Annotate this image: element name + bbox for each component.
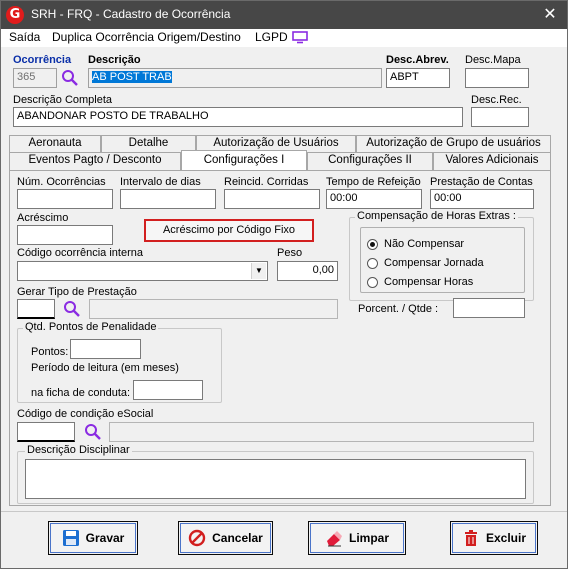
penalidade-title: Qtd. Pontos de Penalidade	[23, 321, 159, 333]
codigo-interna-label: Código ocorrência interna	[17, 247, 143, 259]
search-icon[interactable]	[84, 423, 102, 441]
cancelar-button[interactable]: Cancelar	[178, 521, 273, 555]
tempo-refeicao-label: Tempo de Refeição	[326, 176, 421, 188]
disciplinar-title: Descrição Disciplinar	[25, 444, 132, 456]
descricao-label: Descrição	[88, 54, 141, 66]
num-ocorrencias-label: Núm. Ocorrências	[17, 176, 106, 188]
desc-abrev-label: Desc.Abrev.	[386, 54, 449, 66]
reincid-label: Reincid. Corridas	[224, 176, 309, 188]
disciplinar-textarea[interactable]	[25, 459, 526, 499]
desc-mapa-field[interactable]	[465, 68, 529, 88]
menu-item-duplica[interactable]: Duplica Ocorrência Origem/Destino	[52, 30, 241, 44]
close-icon[interactable]: ✕	[541, 4, 559, 24]
menu-bar: Saída Duplica Ocorrência Origem/Destino …	[1, 29, 567, 47]
porcent-label: Porcent. / Qtde :	[358, 303, 439, 315]
menu-item-lgpd[interactable]: LGPD	[255, 30, 288, 44]
limpar-label: Limpar	[348, 531, 389, 545]
acrescimo-label: Acréscimo	[17, 212, 69, 224]
monitor-icon[interactable]	[292, 31, 308, 44]
reincid-field[interactable]	[224, 189, 320, 209]
codigo-interna-select[interactable]: ▼	[17, 261, 268, 281]
periodo-label: Período de leitura (em meses)	[31, 362, 179, 374]
tab-eventos-pagto[interactable]: Eventos Pagto / Desconto	[9, 152, 181, 170]
tab-configuracoes-2[interactable]: Configurações II	[307, 152, 433, 170]
descricao-field[interactable]: AB POST TRAB	[88, 68, 382, 88]
num-ocorrencias-field[interactable]	[17, 189, 113, 209]
tempo-refeicao-field[interactable]: 00:00	[326, 189, 422, 209]
peso-label: Peso	[277, 247, 303, 259]
descricao-value: AB POST TRAB	[92, 71, 172, 83]
porcent-field[interactable]	[453, 298, 525, 318]
desc-mapa-label: Desc.Mapa	[465, 54, 521, 66]
tab-autorizacao-grupo[interactable]: Autorização de Grupo de usuários	[356, 135, 551, 152]
desc-rec-label: Desc.Rec.	[471, 94, 522, 106]
menu-item-saida[interactable]: Saída	[9, 30, 40, 44]
divider	[1, 511, 567, 512]
peso-field[interactable]: 0,00	[277, 261, 338, 281]
desc-completa-label: Descrição Completa	[13, 94, 113, 106]
radio-compensar-jornada-label[interactable]: Compensar Jornada	[384, 257, 484, 269]
prestacao-contas-label: Prestação de Contas	[430, 176, 533, 188]
trash-icon	[464, 530, 477, 546]
window-title: SRH - FRQ - Cadastro de Ocorrência	[31, 7, 231, 21]
ocorrencia-label: Ocorrência	[13, 54, 72, 66]
pontos-field[interactable]	[70, 339, 141, 359]
cancelar-label: Cancelar	[212, 531, 263, 545]
gerar-tipo-field[interactable]	[17, 299, 55, 319]
acrescimo-codigo-fixo-button[interactable]: Acréscimo por Código Fixo	[144, 219, 314, 242]
gerar-tipo-description	[89, 299, 338, 319]
intervalo-label: Intervalo de dias	[120, 176, 201, 188]
radio-nao-compensar-label[interactable]: Não Compensar	[384, 238, 464, 250]
limpar-button[interactable]: Limpar	[308, 521, 406, 555]
main-window: G SRH - FRQ - Cadastro de Ocorrência ✕ S…	[0, 0, 568, 569]
chevron-down-icon[interactable]: ▼	[251, 263, 266, 279]
acrescimo-field[interactable]	[17, 225, 113, 245]
pontos-label: Pontos:	[31, 346, 69, 358]
desc-rec-field[interactable]	[471, 107, 529, 127]
ficha-field[interactable]	[133, 380, 203, 400]
no-entry-icon	[188, 529, 206, 547]
app-logo-icon: G	[6, 6, 24, 24]
compensacao-title: Compensação de Horas Extras :	[355, 210, 518, 222]
radio-compensar-horas-label[interactable]: Compensar Horas	[384, 276, 473, 288]
gravar-label: Gravar	[85, 531, 125, 545]
ocorrencia-field[interactable]: 365	[13, 68, 57, 88]
search-icon[interactable]	[61, 69, 79, 87]
tab-configuracoes-1[interactable]: Configurações I	[181, 150, 307, 171]
desc-completa-field[interactable]: ABANDONAR POSTO DE TRABALHO	[13, 107, 463, 127]
gerar-tipo-label: Gerar Tipo de Prestação	[17, 286, 137, 298]
radio-nao-compensar[interactable]	[367, 239, 378, 250]
tab-valores-adicionais[interactable]: Valores Adicionais	[433, 152, 551, 170]
tab-aeronauta[interactable]: Aeronauta	[9, 135, 101, 152]
esocial-label: Código de condição eSocial	[17, 408, 154, 420]
ficha-label: na ficha de conduta:	[31, 387, 131, 399]
floppy-disk-icon	[62, 530, 79, 546]
radio-compensar-horas[interactable]	[367, 277, 378, 288]
prestacao-contas-field[interactable]: 00:00	[430, 189, 534, 209]
eraser-icon	[326, 531, 342, 547]
excluir-label: Excluir	[485, 531, 527, 545]
excluir-button[interactable]: Excluir	[450, 521, 538, 555]
title-bar: G SRH - FRQ - Cadastro de Ocorrência ✕	[1, 1, 567, 29]
esocial-description	[109, 422, 534, 442]
desc-abrev-field[interactable]: ABPT	[386, 68, 450, 88]
radio-compensar-jornada[interactable]	[367, 258, 378, 269]
gravar-button[interactable]: Gravar	[48, 521, 138, 555]
esocial-field[interactable]	[17, 422, 75, 442]
intervalo-field[interactable]	[120, 189, 216, 209]
search-icon[interactable]	[63, 300, 81, 318]
